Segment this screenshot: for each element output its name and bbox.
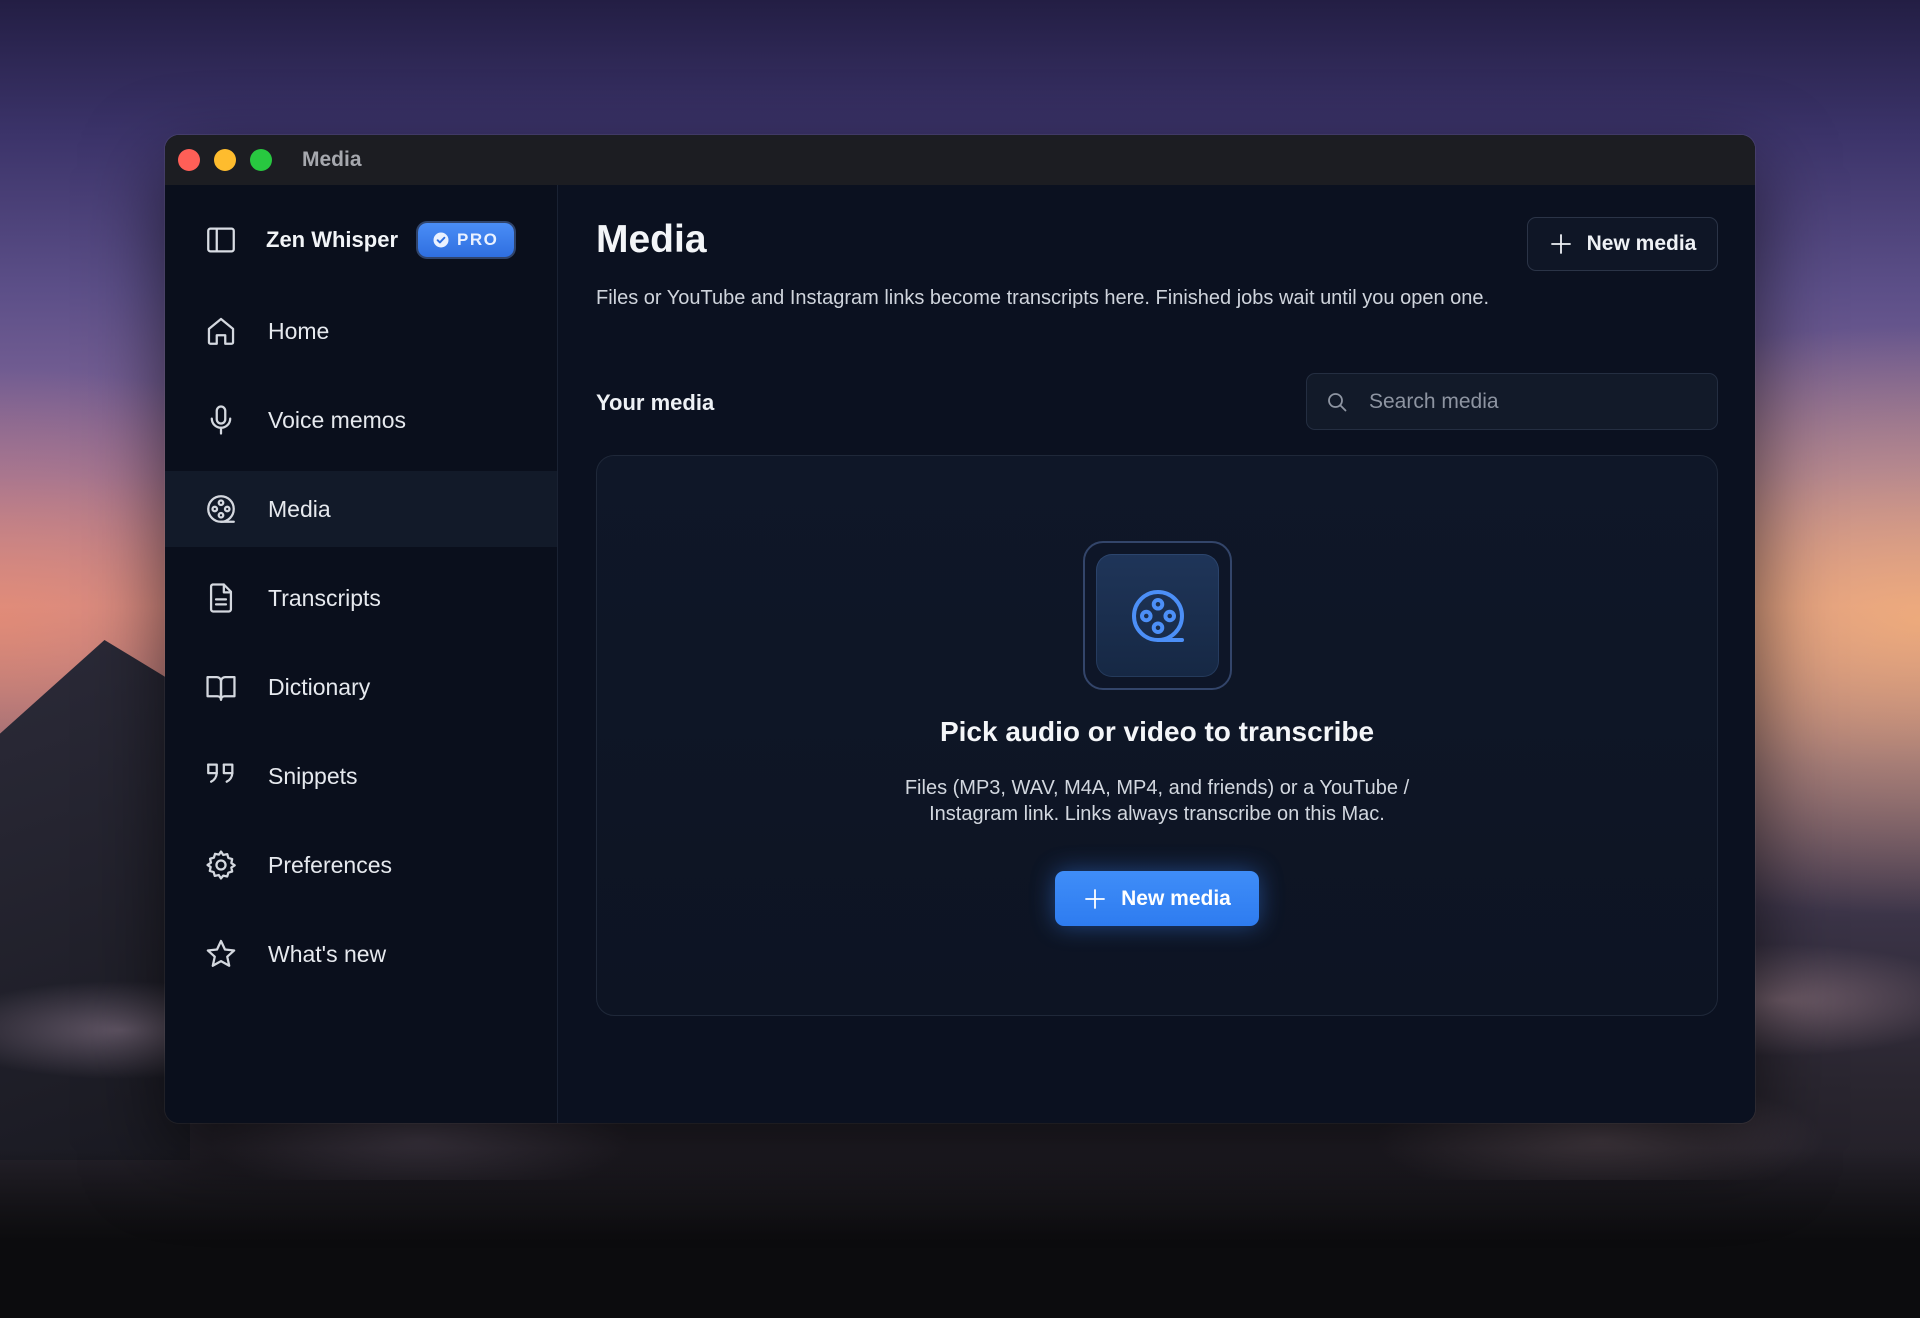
search-input[interactable] (1367, 388, 1701, 415)
title-bar: Media (165, 135, 1755, 186)
sidebar-toggle-icon[interactable] (204, 223, 238, 257)
sidebar-nav: Home Voice memos Media Transcripts Dicti… (165, 293, 557, 992)
sidebar-item-label: Voice memos (268, 406, 407, 433)
home-icon (207, 317, 235, 345)
search-box[interactable] (1306, 373, 1718, 430)
empty-state-description: Files (MP3, WAV, M4A, MP4, and friends) … (904, 777, 1410, 825)
media-illustration (1083, 541, 1232, 690)
new-media-button-label: New media (1586, 232, 1697, 255)
close-window-button[interactable] (178, 149, 200, 171)
app-window: Media Zen Whisper PRO Home Voice memos M… (165, 135, 1755, 1123)
search-icon (1328, 392, 1347, 411)
sidebar-item-label: Snippets (268, 762, 358, 789)
pro-badge: PRO (418, 223, 515, 257)
media-illustration-inner (1096, 554, 1219, 677)
sidebar: Zen Whisper PRO Home Voice memos Media T… (165, 185, 558, 1123)
sidebar-item-transcripts[interactable]: Transcripts (165, 560, 557, 636)
sidebar-item-label: What's new (268, 940, 387, 967)
sidebar-item-whats-new[interactable]: What's new (165, 916, 557, 992)
film-reel-icon (207, 495, 235, 523)
page-description: Files or YouTube and Instagram links bec… (596, 287, 1490, 309)
star-icon (206, 939, 236, 967)
gear-icon (206, 850, 236, 880)
sidebar-item-voice-memos[interactable]: Voice memos (165, 382, 557, 458)
quote-icon (207, 763, 234, 783)
film-reel-icon (1131, 589, 1184, 642)
document-icon (209, 583, 233, 613)
window-title: Media (302, 148, 362, 171)
sidebar-item-label: Dictionary (268, 673, 371, 700)
sidebar-item-snippets[interactable]: Snippets (165, 738, 557, 814)
section-title: Your media (596, 390, 715, 415)
minimize-window-button[interactable] (214, 149, 236, 171)
new-media-primary-button-label: New media (1121, 886, 1231, 910)
main-content: Media Files or YouTube and Instagram lin… (558, 185, 1755, 1123)
sidebar-item-home[interactable]: Home (165, 293, 557, 369)
app-name: Zen Whisper (266, 227, 399, 252)
verified-check-icon (433, 232, 449, 248)
new-media-primary-button[interactable]: New media (1055, 871, 1259, 926)
sidebar-item-label: Preferences (268, 851, 393, 878)
window-controls (178, 149, 272, 171)
pro-badge-label: PRO (457, 230, 499, 249)
new-media-button[interactable]: New media (1527, 217, 1718, 271)
sidebar-item-label: Home (268, 317, 330, 344)
sidebar-item-label: Media (268, 495, 331, 522)
sidebar-item-media[interactable]: Media (165, 471, 557, 547)
empty-state-card: Pick audio or video to transcribe Files … (596, 455, 1718, 1016)
plus-icon (1550, 234, 1571, 254)
sidebar-item-label: Transcripts (268, 584, 381, 611)
window-body: Zen Whisper PRO Home Voice memos Media T… (165, 185, 1755, 1123)
microphone-icon (210, 405, 232, 435)
sidebar-header: Zen Whisper PRO (165, 205, 557, 275)
sidebar-item-preferences[interactable]: Preferences (165, 827, 557, 903)
page-title: Media (596, 218, 707, 261)
empty-state-title: Pick audio or video to transcribe (939, 716, 1375, 747)
book-icon (206, 675, 236, 701)
wallpaper-trees (0, 1148, 1920, 1318)
maximize-window-button[interactable] (250, 149, 272, 171)
plus-icon (1085, 888, 1106, 909)
sidebar-item-dictionary[interactable]: Dictionary (165, 649, 557, 725)
